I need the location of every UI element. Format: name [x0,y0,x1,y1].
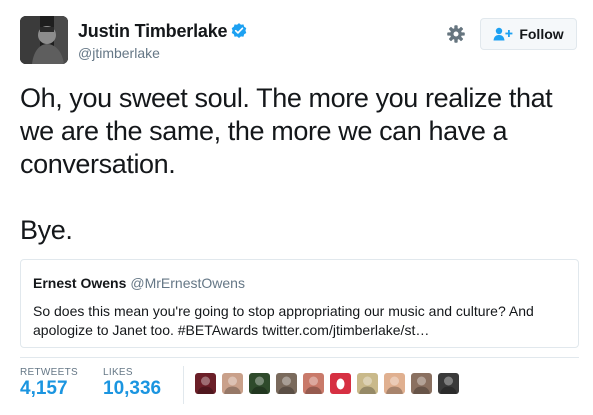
tweet-text-line: we are the same, the more we can have a [20,116,508,146]
quoted-tweet-line: So does this mean you're going to stop a… [33,303,534,319]
liker-avatars [195,373,459,394]
liker-avatar-10[interactable] [438,373,459,394]
likes-count[interactable]: 10,336 [103,378,161,400]
likes-label: LIKES [103,367,133,378]
liker-avatar-8[interactable] [384,373,405,394]
quoted-tweet-header: Ernest Owens @MrErnestOwens [33,274,566,292]
person-add-icon [493,27,513,41]
tweet-text: Oh, you sweet soul. The more you realize… [20,82,580,247]
tweet-text-line: Oh, you sweet soul. The more you realize… [20,83,553,113]
liker-avatar-6[interactable] [330,373,351,394]
liker-avatar-2[interactable] [222,373,243,394]
liker-avatar-4[interactable] [276,373,297,394]
tweet-card: Justin Timberlake @jtimberlake Follow Oh… [0,0,593,415]
quoted-tweet-line: apologize to Janet too. #BETAwards twitt… [33,322,430,338]
verified-badge-icon [231,23,247,38]
follow-button-label: Follow [519,26,564,42]
liker-avatar-1[interactable] [195,373,216,394]
quoted-author-name: Ernest Owens [33,275,127,291]
stats-separator [183,366,184,404]
quoted-tweet-text: So does this mean you're going to stop a… [33,302,566,340]
liker-avatar-3[interactable] [249,373,270,394]
gear-icon[interactable] [446,24,466,44]
retweets-count[interactable]: 4,157 [20,378,68,400]
liker-avatar-7[interactable] [357,373,378,394]
tweet-text-line: conversation. [20,149,176,179]
quoted-tweet[interactable]: Ernest Owens @MrErnestOwens So does this … [20,259,579,348]
tweet-text-line: Bye. [20,215,73,245]
liker-avatar-5[interactable] [303,373,324,394]
author-avatar[interactable] [20,16,68,64]
quoted-author-handle: @MrErnestOwens [130,275,245,291]
liker-avatar-9[interactable] [411,373,432,394]
stats-divider [20,357,579,358]
author-handle[interactable]: @jtimberlake [78,45,160,61]
follow-button[interactable]: Follow [480,18,577,50]
avatar-photo [20,16,68,64]
author-display-name[interactable]: Justin Timberlake [78,21,228,42]
retweets-label: RETWEETS [20,367,78,378]
